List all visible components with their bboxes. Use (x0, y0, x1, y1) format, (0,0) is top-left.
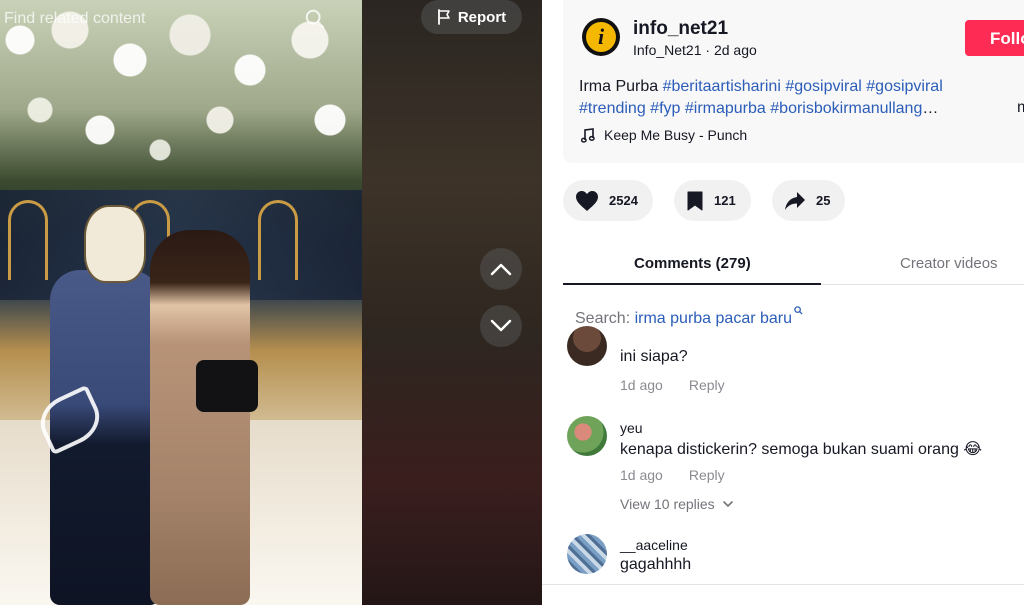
heart-icon (576, 190, 598, 211)
info-logo-icon: i (586, 22, 616, 52)
find-related-content[interactable]: Find related content (4, 10, 145, 28)
share-button[interactable]: 25 (772, 180, 845, 221)
related-search-suggestion[interactable]: Search: irma purba pacar baru (575, 306, 803, 328)
small-search-icon (794, 306, 803, 315)
search-prefix: Search: (575, 310, 635, 327)
commenter-avatar[interactable] (567, 326, 607, 366)
like-button[interactable]: 2524 (563, 180, 653, 221)
music-note-icon (581, 127, 595, 143)
author-subline: Info_Net21 · 2d ago (633, 42, 757, 58)
comment-time: 1d ago (620, 467, 663, 483)
hashtag[interactable]: #gosipviral (866, 78, 942, 95)
post-time: 2d ago (713, 42, 757, 58)
hashtag[interactable]: #borisbokirmanullang (770, 100, 922, 117)
view-replies-button[interactable]: View 10 replies (620, 496, 733, 512)
comment-meta: 1d ago Reply (620, 467, 725, 483)
commenter-username[interactable]: __aaceline (620, 537, 688, 553)
search-query[interactable]: irma purba pacar baru (635, 310, 792, 327)
hashtag[interactable]: #irmapurba (685, 100, 766, 117)
chevron-down-icon (490, 319, 512, 332)
save-count: 121 (714, 193, 736, 208)
commenter-avatar[interactable] (567, 416, 607, 456)
chevron-up-icon (490, 263, 512, 276)
woman-figure (150, 230, 250, 605)
action-bar: 2524 121 25 (563, 180, 845, 221)
side-panel: i info_net21 Info_Net21 · 2d ago Follow … (542, 0, 1024, 605)
comment-item: __aaceline gagahhhh (567, 534, 1007, 582)
comment-input-bar[interactable] (542, 584, 1024, 605)
video-blur-background (362, 0, 542, 605)
active-tab-indicator (563, 283, 821, 285)
previous-video-button[interactable] (480, 248, 522, 290)
author-name[interactable]: info_net21 (633, 18, 728, 40)
flag-icon (437, 9, 450, 25)
reply-button[interactable]: Reply (689, 467, 725, 483)
comment-meta: 1d ago Reply (620, 377, 725, 393)
like-count: 2524 (609, 193, 638, 208)
hashtag[interactable]: #fyp (650, 100, 680, 117)
comment-text: ini siapa? (620, 348, 688, 365)
comment-text: gagahhhh (620, 556, 692, 573)
comment-time: 1d ago (620, 377, 663, 393)
face-sticker (84, 205, 146, 283)
bookmark-icon (687, 191, 703, 210)
video-player[interactable]: Find related content Report (0, 0, 542, 605)
reply-button[interactable]: Reply (689, 377, 725, 393)
next-video-button[interactable] (480, 305, 522, 347)
chevron-down-icon (722, 500, 733, 507)
comment-item: ini siapa? 1d ago Reply (567, 326, 1007, 396)
comment-item: yeu kenapa distickerin? semoga bukan sua… (567, 416, 1007, 516)
author-avatar[interactable]: i (582, 18, 620, 56)
gold-ornament (8, 200, 48, 280)
commenter-username[interactable]: yeu (620, 420, 643, 436)
hashtag[interactable]: #gosipviral (785, 78, 861, 95)
hashtag[interactable]: #trending (579, 100, 646, 117)
share-count: 25 (816, 193, 831, 208)
hashtag[interactable]: #beritaartisharini (663, 78, 781, 95)
comment-tabs: Comments (279) Creator videos (563, 246, 1024, 285)
caption-text: Irma Purba (579, 78, 663, 95)
caption-ellipsis: … (922, 100, 939, 117)
view-replies-label: View 10 replies (620, 496, 715, 512)
handbag (196, 360, 258, 412)
search-icon[interactable] (304, 8, 326, 30)
laughing-emoji: 😂 (963, 441, 983, 458)
tab-creator-videos[interactable]: Creator videos (900, 255, 998, 272)
video-caption: Irma Purba #beritaartisharini #gosipvira… (579, 76, 994, 120)
music-link[interactable]: Keep Me Busy - Punch (581, 127, 747, 143)
follow-button[interactable]: Follow (965, 20, 1024, 56)
comment-text-row: kenapa distickerin? semoga bukan suami o… (620, 439, 982, 459)
author-handle[interactable]: Info_Net21 (633, 42, 702, 58)
share-arrow-icon (785, 191, 805, 210)
gold-ornament (258, 200, 298, 280)
caption-more-link[interactable]: m (1017, 99, 1024, 117)
separator: · (701, 42, 714, 58)
tab-comments[interactable]: Comments (279) (634, 255, 751, 272)
commenter-avatar[interactable] (567, 534, 607, 574)
comment-text: kenapa distickerin? semoga bukan suami o… (620, 441, 959, 458)
report-label: Report (457, 8, 507, 26)
music-title: Keep Me Busy - Punch (604, 127, 748, 143)
video-info-card: i info_net21 Info_Net21 · 2d ago Follow … (563, 0, 1024, 163)
video-frame[interactable]: Find related content (0, 0, 362, 605)
report-button[interactable]: Report (421, 0, 522, 34)
save-button[interactable]: 121 (674, 180, 751, 221)
